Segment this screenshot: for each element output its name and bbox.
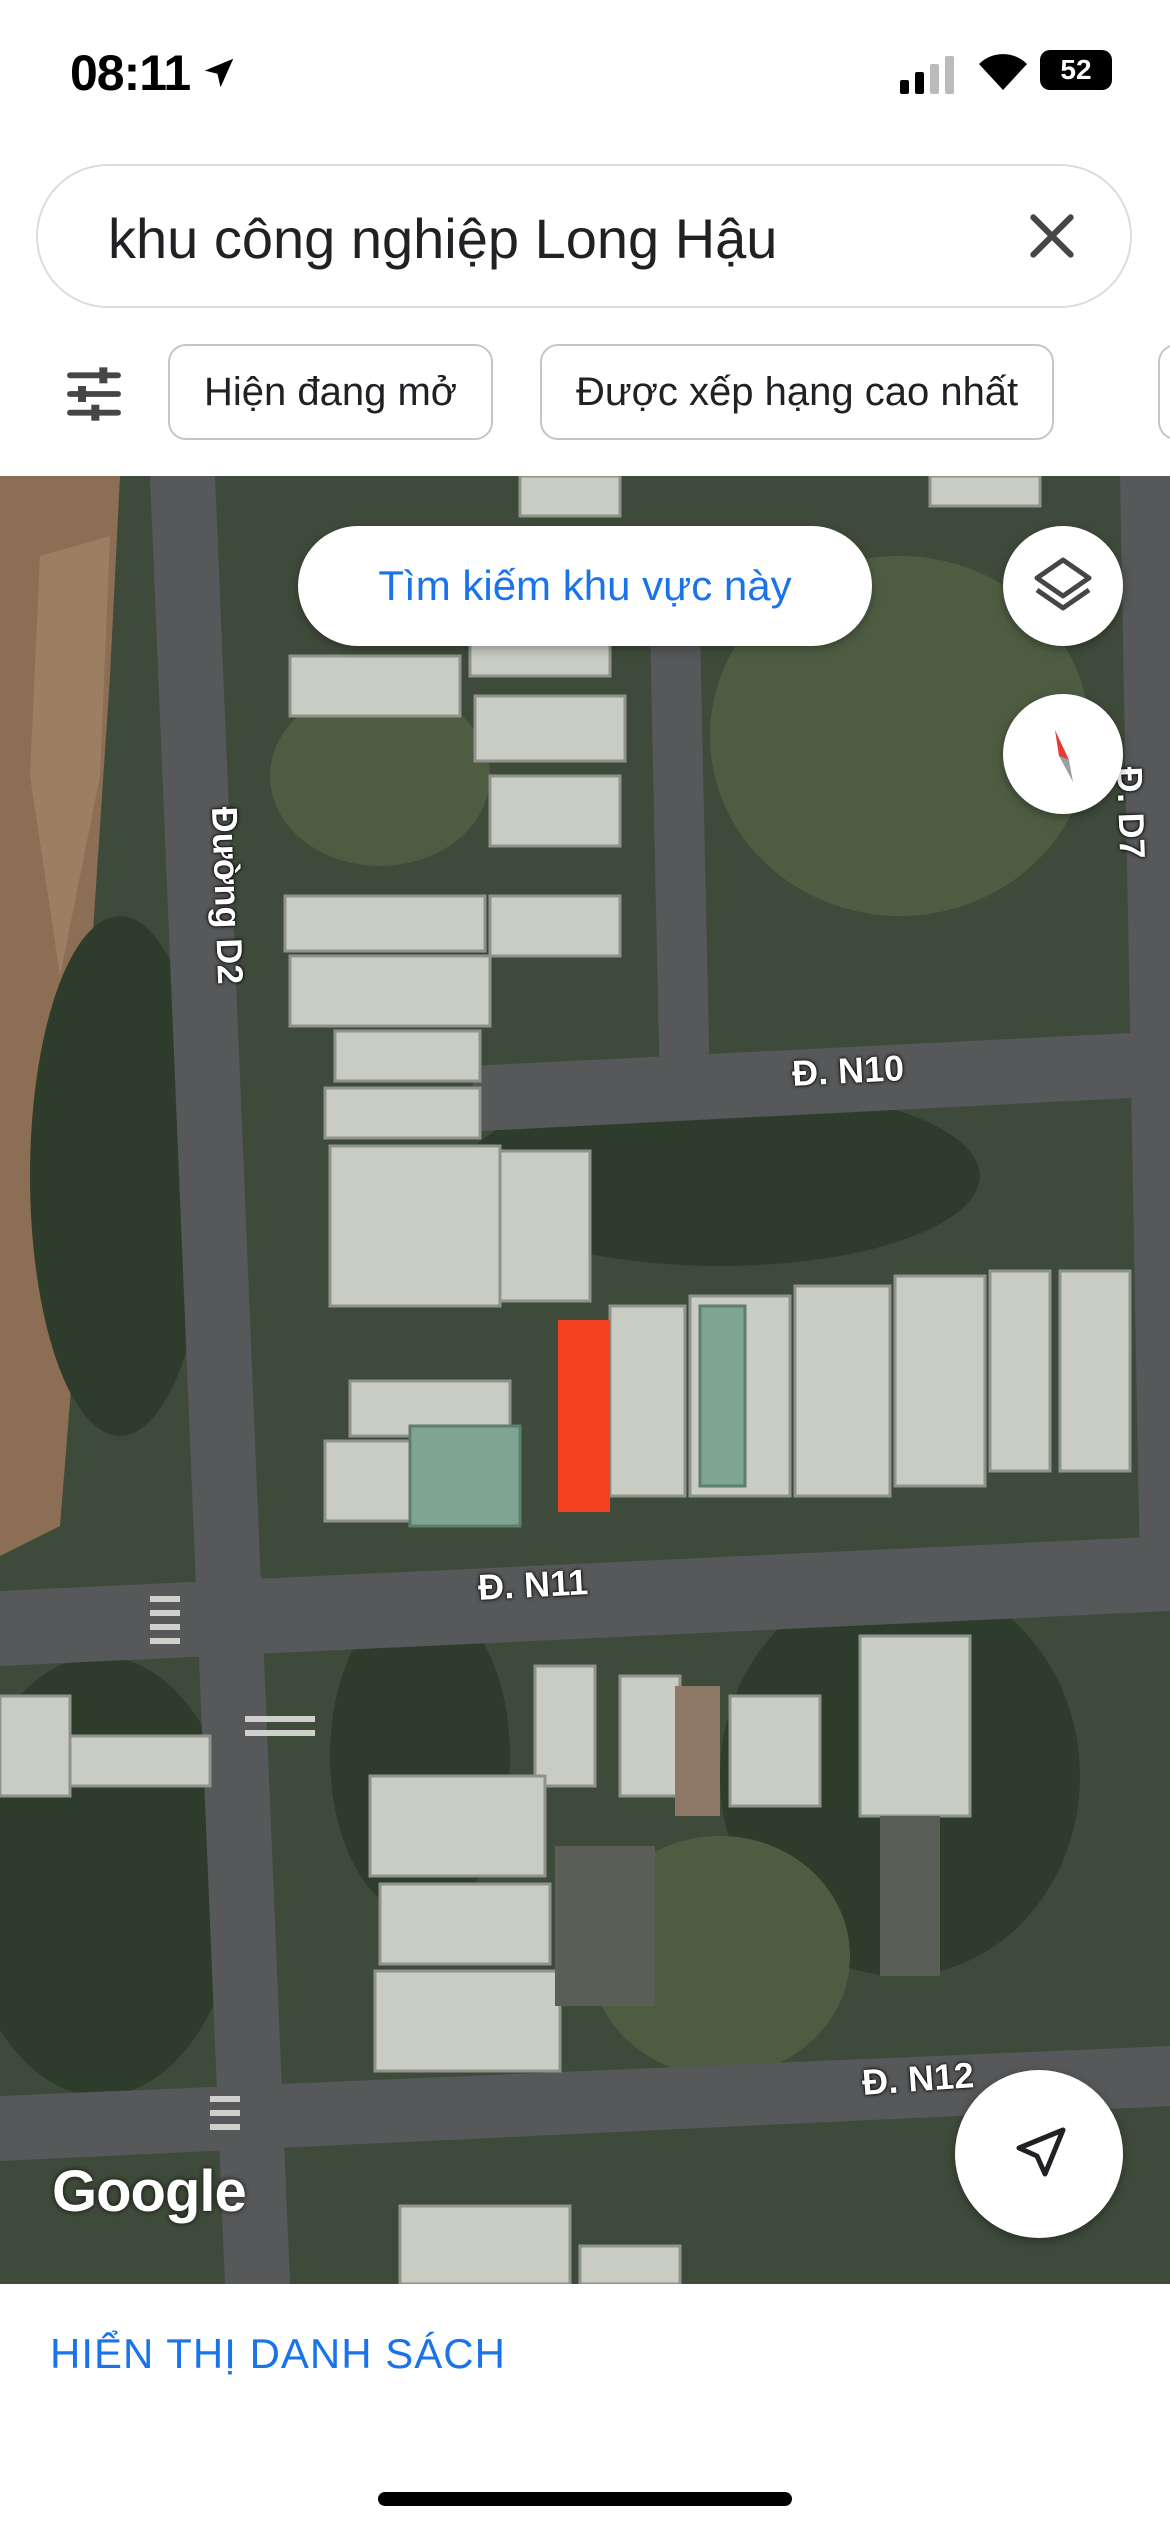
signal-icon xyxy=(900,56,954,94)
layers-icon xyxy=(1034,557,1092,611)
status-bar: 08:11 52 xyxy=(0,0,1170,150)
compass-icon xyxy=(1055,730,1073,782)
close-icon[interactable] xyxy=(1024,208,1080,264)
my-location-button[interactable] xyxy=(955,2070,1123,2238)
chip-top-rated[interactable]: Được xếp hạng cao nhất xyxy=(540,344,1055,440)
highlighted-plot-marker xyxy=(558,1320,610,1512)
google-attribution: Google xyxy=(52,2159,247,2224)
chip-more[interactable] xyxy=(1158,344,1170,440)
road-label-n11: Đ. N11 xyxy=(476,1561,590,1608)
tune-icon[interactable] xyxy=(62,362,126,426)
wifi-icon xyxy=(979,54,1027,90)
filter-row: Hiện đang mở Được xếp hạng cao nhất xyxy=(0,340,1170,450)
road-label-d2: Đường D2 xyxy=(204,806,252,985)
map-view[interactable]: Đường D2 Đ. N10 Đ. N11 Đ. N12 Đ. D7 Tìm … xyxy=(0,476,1170,2284)
status-time: 08:11 xyxy=(70,45,191,101)
search-this-area-button[interactable]: Tìm kiếm khu vực này xyxy=(298,526,872,646)
chip-open-now[interactable]: Hiện đang mở xyxy=(168,344,494,440)
compass-button[interactable] xyxy=(1003,694,1123,814)
show-list-button[interactable]: HIỂN THỊ DANH SÁCH xyxy=(50,2330,506,2378)
battery-icon: 52 xyxy=(1040,50,1112,90)
search-input[interactable]: khu công nghiệp Long Hậu xyxy=(108,206,777,271)
navigation-arrow-icon xyxy=(1016,2127,1066,2177)
search-box[interactable]: khu công nghiệp Long Hậu xyxy=(36,164,1132,308)
location-arrow-icon xyxy=(204,58,234,88)
layers-button[interactable] xyxy=(1003,526,1123,646)
road-label-n10: Đ. N10 xyxy=(790,1047,906,1094)
home-indicator xyxy=(378,2492,792,2506)
